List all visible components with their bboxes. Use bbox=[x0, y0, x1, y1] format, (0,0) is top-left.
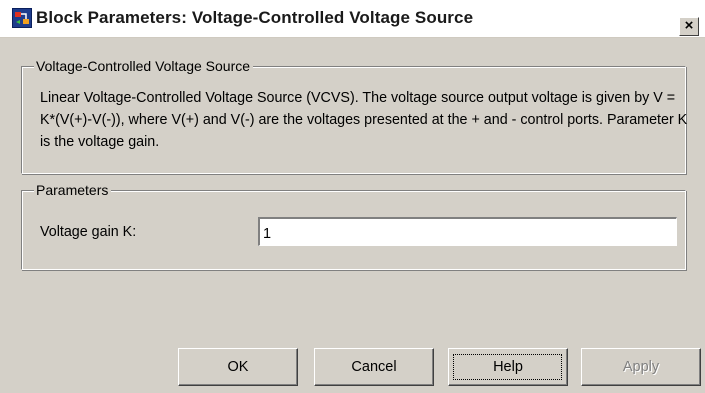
parameters-group-legend: Parameters bbox=[34, 181, 112, 199]
close-icon: × bbox=[684, 17, 694, 34]
apply-button[interactable]: Apply bbox=[581, 348, 701, 386]
cancel-button[interactable]: Cancel bbox=[314, 348, 434, 386]
ok-button[interactable]: OK bbox=[178, 348, 298, 386]
voltage-gain-label: Voltage gain K: bbox=[40, 224, 137, 240]
cancel-button-label: Cancel bbox=[351, 359, 397, 375]
help-button-label: Help bbox=[493, 359, 523, 375]
simulink-block-icon bbox=[12, 8, 32, 28]
parameters-group: Parameters Voltage gain K: bbox=[21, 181, 686, 270]
apply-button-label: Apply bbox=[622, 359, 660, 375]
voltage-gain-input[interactable] bbox=[258, 217, 677, 246]
block-description: Linear Voltage-Controlled Voltage Source… bbox=[40, 90, 688, 150]
help-button[interactable]: Help bbox=[448, 348, 568, 386]
description-group-legend: Voltage-Controlled Voltage Source bbox=[34, 57, 254, 75]
ok-button-label: OK bbox=[227, 359, 249, 375]
window-title: Block Parameters: Voltage-Controlled Vol… bbox=[36, 8, 474, 27]
block-parameters-dialog: Block Parameters: Voltage-Controlled Vol… bbox=[0, 0, 705, 393]
close-button[interactable]: × bbox=[679, 17, 699, 36]
title-bar[interactable]: Block Parameters: Voltage-Controlled Vol… bbox=[0, 0, 705, 38]
description-group: Voltage-Controlled Voltage Source Linear… bbox=[21, 57, 687, 174]
